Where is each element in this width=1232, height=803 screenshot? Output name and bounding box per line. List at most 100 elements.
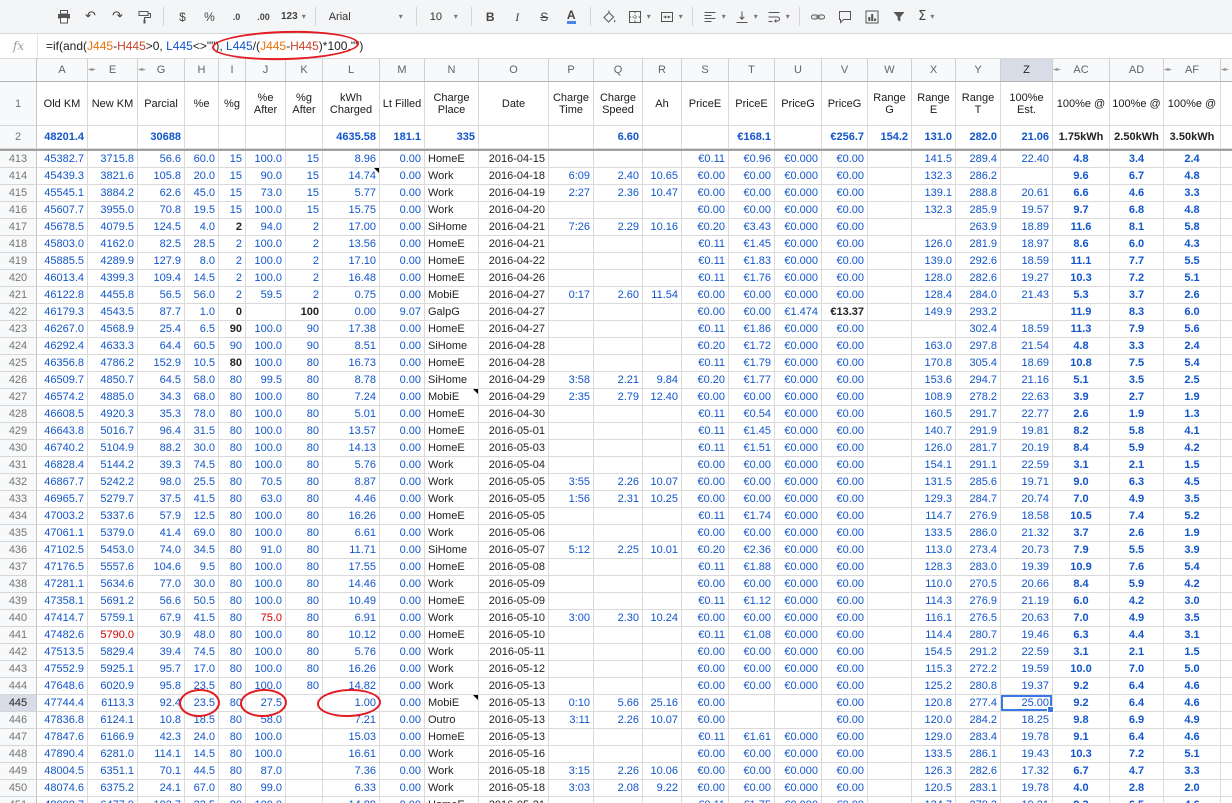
cell-K431[interactable]: 80 (286, 457, 323, 474)
cell-I417[interactable]: 2 (219, 219, 246, 236)
cell-Y416[interactable]: 285.9 (956, 202, 1001, 219)
cell-Y437[interactable]: 283.0 (956, 559, 1001, 576)
cell-A439[interactable]: 47358.1 (37, 593, 88, 610)
cell-AF450[interactable]: 2.0 (1164, 780, 1221, 797)
cell-H423[interactable]: 6.5 (185, 321, 219, 338)
cell-X434[interactable]: 114.7 (912, 508, 956, 525)
cell-T416[interactable]: €0.00 (729, 202, 775, 219)
cell-Q445[interactable]: 5.66 (594, 695, 643, 712)
cell-Q443[interactable] (594, 661, 643, 678)
cell-I437[interactable]: 80 (219, 559, 246, 576)
cell-X450[interactable]: 120.5 (912, 780, 956, 797)
cell-A417[interactable]: 45678.5 (37, 219, 88, 236)
cell-AC446[interactable]: 9.8 (1053, 712, 1110, 729)
cell-A422[interactable]: 46179.3 (37, 304, 88, 321)
cell-AC439[interactable]: 6.0 (1053, 593, 1110, 610)
cell-E433[interactable]: 5279.7 (88, 491, 138, 508)
cell-E431[interactable]: 5144.2 (88, 457, 138, 474)
cell-E450[interactable]: 6375.2 (88, 780, 138, 797)
cell-J450[interactable]: 99.0 (246, 780, 286, 797)
cell-M418[interactable]: 0.00 (380, 236, 425, 253)
cell-L414[interactable]: 14.74 (323, 168, 380, 185)
cell-M432[interactable]: 0.00 (380, 474, 425, 491)
cell-G417[interactable]: 124.5 (138, 219, 185, 236)
cell-Z421[interactable]: 21.43 (1001, 287, 1053, 304)
cell-AC433[interactable]: 7.0 (1053, 491, 1110, 508)
cell-AC422[interactable]: 11.9 (1053, 304, 1110, 321)
row-header-440[interactable]: 440 (0, 610, 37, 627)
cell-A448[interactable]: 47890.4 (37, 746, 88, 763)
cell-O418[interactable]: 2016-04-21 (479, 236, 549, 253)
cell-E427[interactable]: 4885.0 (88, 389, 138, 406)
cell-A421[interactable]: 46122.8 (37, 287, 88, 304)
cell-J444[interactable]: 100.0 (246, 678, 286, 695)
cell-AD415[interactable]: 4.6 (1110, 185, 1164, 202)
cell-AF414[interactable]: 4.8 (1164, 168, 1221, 185)
cell-G450[interactable]: 24.1 (138, 780, 185, 797)
row-header-417[interactable]: 417 (0, 219, 37, 236)
cell-V421[interactable]: €0.00 (822, 287, 868, 304)
cell-W439[interactable] (868, 593, 912, 610)
cell-R436[interactable]: 10.01 (643, 542, 682, 559)
column-header-V[interactable]: V (822, 59, 868, 81)
cell-P421[interactable]: 0:17 (549, 287, 594, 304)
cell-N449[interactable]: Work (425, 763, 479, 780)
cell-O451[interactable]: 2016-05-21 (479, 797, 549, 803)
cell-K443[interactable]: 80 (286, 661, 323, 678)
cell-A446[interactable]: 47836.8 (37, 712, 88, 729)
cell-S413[interactable]: €0.11 (682, 151, 729, 168)
cell-M416[interactable]: 0.00 (380, 202, 425, 219)
cell-O431[interactable]: 2016-05-04 (479, 457, 549, 474)
cell-U444[interactable]: €0.000 (775, 678, 822, 695)
cell-Y1[interactable]: Range T (956, 82, 1001, 126)
cell-W429[interactable] (868, 423, 912, 440)
cell-AD444[interactable]: 6.4 (1110, 678, 1164, 695)
cell-J421[interactable]: 59.5 (246, 287, 286, 304)
cell-V427[interactable]: €0.00 (822, 389, 868, 406)
cell-K2[interactable] (286, 126, 323, 149)
cell-S2[interactable] (682, 126, 729, 149)
cell-J418[interactable]: 100.0 (246, 236, 286, 253)
cell-M436[interactable]: 0.00 (380, 542, 425, 559)
cell-O430[interactable]: 2016-05-03 (479, 440, 549, 457)
cell-P435[interactable] (549, 525, 594, 542)
cell-Z447[interactable]: 19.78 (1001, 729, 1053, 746)
column-header-Y[interactable]: Y (956, 59, 1001, 81)
cell-L437[interactable]: 17.55 (323, 559, 380, 576)
cell-E2[interactable] (88, 126, 138, 149)
cell-N2[interactable]: 335 (425, 126, 479, 149)
cell-S433[interactable]: €0.00 (682, 491, 729, 508)
cell-AF423[interactable]: 5.6 (1164, 321, 1221, 338)
cell-K447[interactable] (286, 729, 323, 746)
column-header-T[interactable]: T (729, 59, 775, 81)
cell-R445[interactable]: 25.16 (643, 695, 682, 712)
hidden-columns-indicator[interactable]: ◄► (1164, 66, 1171, 73)
cell-I439[interactable]: 80 (219, 593, 246, 610)
column-header-G[interactable]: G (138, 59, 185, 81)
cell-K415[interactable]: 15 (286, 185, 323, 202)
filter-button[interactable] (887, 5, 912, 29)
cell-U440[interactable]: €0.000 (775, 610, 822, 627)
cell-Y427[interactable]: 278.2 (956, 389, 1001, 406)
cell-K424[interactable]: 90 (286, 338, 323, 355)
cell-I428[interactable]: 80 (219, 406, 246, 423)
cell-Z419[interactable]: 18.59 (1001, 253, 1053, 270)
text-wrap-button[interactable]: ▾ (763, 5, 793, 29)
cell-G414[interactable]: 105.8 (138, 168, 185, 185)
cell-W418[interactable] (868, 236, 912, 253)
cell-G416[interactable]: 70.8 (138, 202, 185, 219)
cell-N424[interactable]: SiHome (425, 338, 479, 355)
cell-Q438[interactable] (594, 576, 643, 593)
cell-A2[interactable]: 48201.4 (37, 126, 88, 149)
cell-A425[interactable]: 46356.8 (37, 355, 88, 372)
cell-K429[interactable]: 80 (286, 423, 323, 440)
cell-O422[interactable]: 2016-04-27 (479, 304, 549, 321)
cell-U441[interactable]: €0.000 (775, 627, 822, 644)
cell-P449[interactable]: 3:15 (549, 763, 594, 780)
cell-S446[interactable]: €0.00 (682, 712, 729, 729)
cell-U426[interactable]: €0.000 (775, 372, 822, 389)
cell-AF418[interactable]: 4.3 (1164, 236, 1221, 253)
cell-AD435[interactable]: 2.6 (1110, 525, 1164, 542)
cell-V442[interactable]: €0.00 (822, 644, 868, 661)
cell-P451[interactable] (549, 797, 594, 803)
